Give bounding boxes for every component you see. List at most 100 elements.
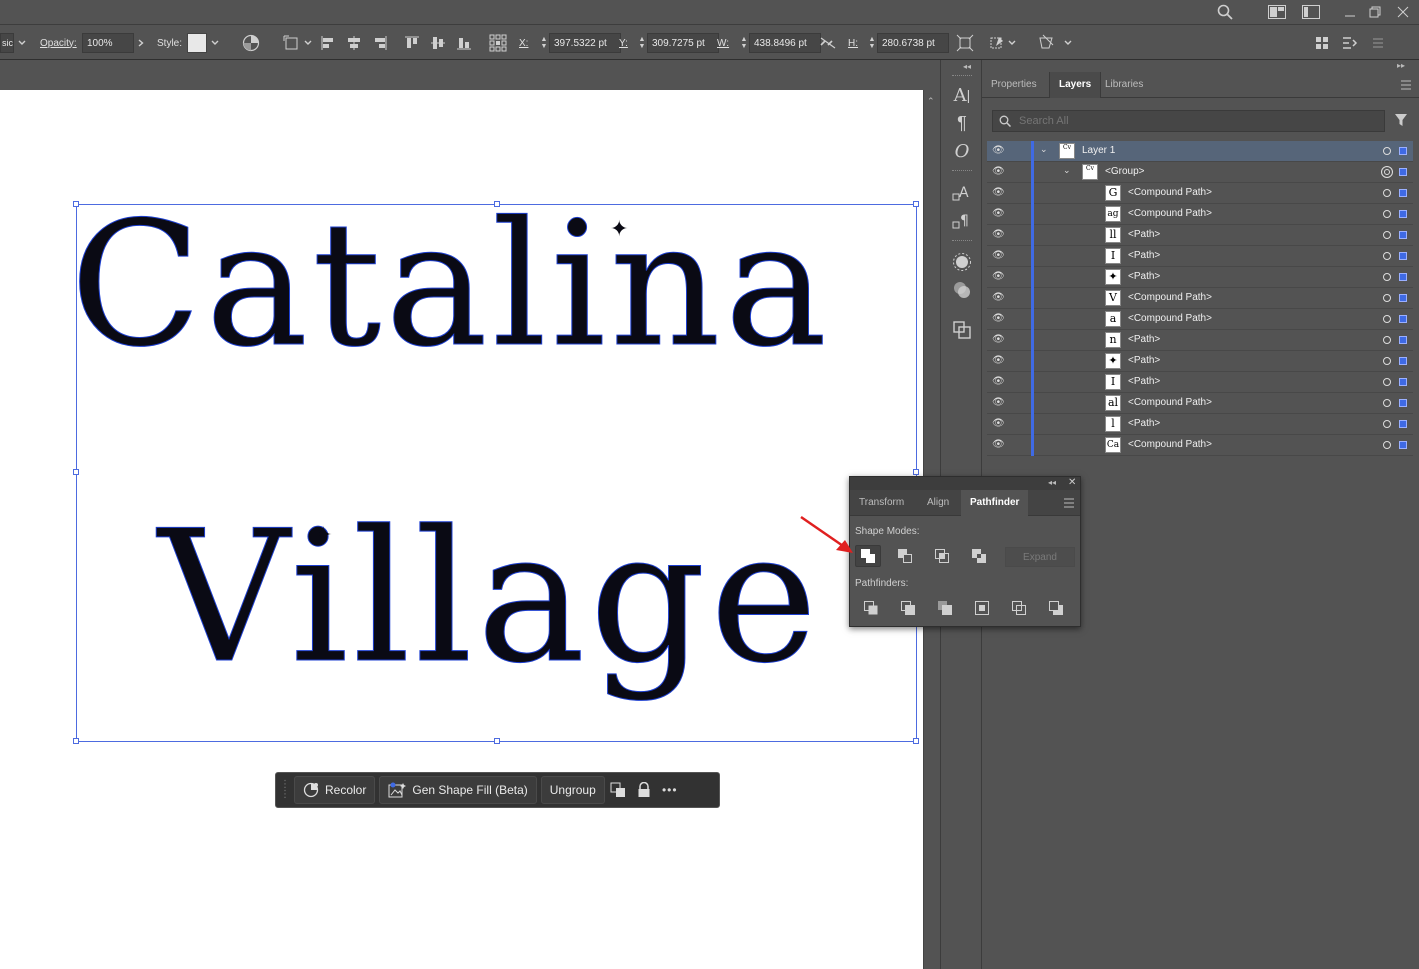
layer-row-item[interactable]: 👁 ag <Compound Path>: [987, 204, 1413, 225]
layer-name[interactable]: <Path>: [1128, 376, 1160, 387]
pathfinder-panel-icon[interactable]: [950, 318, 974, 342]
selection-square-icon[interactable]: [1399, 189, 1407, 197]
tab-libraries[interactable]: Libraries: [1096, 72, 1152, 98]
layer-name[interactable]: <Path>: [1128, 229, 1160, 240]
character-styles-icon[interactable]: A: [950, 180, 974, 204]
align-left-icon[interactable]: [318, 33, 338, 53]
target-circle-icon[interactable]: [1383, 189, 1391, 197]
intersect-button[interactable]: [929, 545, 955, 567]
drag-handle[interactable]: [952, 75, 972, 77]
layer-row-item[interactable]: 👁 l <Path>: [987, 414, 1413, 435]
visibility-eye-icon[interactable]: 👁: [992, 313, 1006, 325]
align-horizontal-center-icon[interactable]: [344, 33, 364, 53]
resize-handle[interactable]: [913, 201, 919, 207]
visibility-eye-icon[interactable]: 👁: [992, 418, 1006, 430]
layer-name[interactable]: <Path>: [1128, 271, 1160, 282]
layer-row-item[interactable]: 👁 I <Path>: [987, 372, 1413, 393]
resize-handle[interactable]: [494, 738, 500, 744]
target-circle-icon[interactable]: [1383, 336, 1391, 344]
opacity-label[interactable]: Opacity:: [40, 38, 77, 49]
tab-transform[interactable]: Transform: [850, 490, 913, 516]
visibility-eye-icon[interactable]: 👁: [992, 334, 1006, 346]
layer-name[interactable]: Layer 1: [1082, 145, 1115, 156]
panel-title-strip[interactable]: ◂◂ ✕: [850, 477, 1080, 490]
crop-image-icon[interactable]: [955, 33, 975, 53]
selection-square-icon[interactable]: [1399, 231, 1407, 239]
drag-handle-icon[interactable]: ⋮ ⋮: [280, 780, 290, 800]
layer-row-item[interactable]: 👁 al <Compound Path>: [987, 393, 1413, 414]
paragraph-icon[interactable]: ¶: [950, 111, 974, 135]
selection-square-icon[interactable]: [1399, 294, 1407, 302]
y-input[interactable]: 309.7275 pt: [647, 33, 719, 53]
filter-icon[interactable]: [1394, 113, 1408, 130]
expand-button[interactable]: Expand: [1005, 547, 1075, 567]
target-circle-icon[interactable]: [1383, 357, 1391, 365]
resize-handle[interactable]: [913, 469, 919, 475]
gen-shape-fill-button[interactable]: Gen Shape Fill (Beta): [379, 776, 537, 804]
merge-button[interactable]: [932, 597, 958, 619]
character-icon[interactable]: A |: [950, 83, 974, 107]
arrange-icon[interactable]: [605, 776, 631, 804]
tab-layers[interactable]: Layers: [1049, 72, 1102, 98]
selection-square-icon[interactable]: [1399, 399, 1407, 407]
tab-properties[interactable]: Properties: [982, 72, 1046, 98]
selection-square-icon[interactable]: [1399, 357, 1407, 365]
resize-handle[interactable]: [913, 738, 919, 744]
layer-name[interactable]: <Compound Path>: [1128, 397, 1212, 408]
tab-align[interactable]: Align: [918, 490, 958, 516]
align-top-icon[interactable]: [402, 33, 422, 53]
layer-row-item[interactable]: 👁 Ca <Compound Path>: [987, 435, 1413, 456]
selection-square-icon[interactable]: [1399, 420, 1407, 428]
opacity-input[interactable]: 100%: [82, 33, 134, 53]
expand-panels-icon[interactable]: ▸▸: [1397, 61, 1405, 70]
tab-pathfinder[interactable]: Pathfinder: [961, 490, 1029, 516]
layer-name[interactable]: <Compound Path>: [1128, 208, 1212, 219]
layer-row-item[interactable]: 👁 V <Compound Path>: [987, 288, 1413, 309]
divide-button[interactable]: [858, 597, 884, 619]
target-circle-icon[interactable]: [1383, 315, 1391, 323]
selection-square-icon[interactable]: [1399, 210, 1407, 218]
x-input[interactable]: 397.5322 pt: [549, 33, 621, 53]
selection-square-icon[interactable]: [1399, 315, 1407, 323]
minus-back-button[interactable]: [1043, 597, 1069, 619]
chevron-down-icon[interactable]: [1062, 33, 1074, 53]
visibility-eye-icon[interactable]: 👁: [992, 355, 1006, 367]
resize-handle[interactable]: [494, 201, 500, 207]
selection-square-icon[interactable]: [1399, 441, 1407, 449]
layer-name[interactable]: <Path>: [1128, 355, 1160, 366]
exclude-button[interactable]: [966, 545, 992, 567]
layer-name[interactable]: <Compound Path>: [1128, 187, 1212, 198]
minus-front-button[interactable]: [892, 545, 918, 567]
unite-button[interactable]: [855, 545, 881, 567]
constrain-proportions-icon[interactable]: [818, 33, 838, 53]
warp-icon[interactable]: [986, 33, 1006, 53]
close-icon[interactable]: [1392, 2, 1414, 22]
collapse-panels-icon[interactable]: ◂◂: [963, 62, 971, 71]
resize-handle[interactable]: [73, 738, 79, 744]
visibility-eye-icon[interactable]: 👁: [992, 397, 1006, 409]
visibility-eye-icon[interactable]: 👁: [992, 376, 1006, 388]
layer-row-item[interactable]: 👁 a <Compound Path>: [987, 309, 1413, 330]
visibility-eye-icon[interactable]: 👁: [992, 250, 1006, 262]
target-circle-icon[interactable]: [1383, 231, 1391, 239]
selection-square-icon[interactable]: [1399, 168, 1407, 176]
x-stepper-icon[interactable]: ▲ ▼: [539, 33, 549, 53]
chevron-down-icon[interactable]: ⌄: [1040, 144, 1052, 158]
drag-handle[interactable]: [952, 170, 972, 172]
target-circle-icon[interactable]: [1383, 441, 1391, 449]
layer-row-item[interactable]: 👁 I <Path>: [987, 246, 1413, 267]
target-circle-icon[interactable]: [1383, 210, 1391, 218]
resize-handle[interactable]: [73, 469, 79, 475]
collapse-panel-icon[interactable]: ◂◂: [1048, 478, 1056, 487]
transform-icon[interactable]: [282, 33, 302, 53]
layer-name[interactable]: <Compound Path>: [1128, 292, 1212, 303]
visibility-eye-icon[interactable]: 👁: [992, 292, 1006, 304]
outline-button[interactable]: [1006, 597, 1032, 619]
h-input[interactable]: 280.6738 pt: [877, 33, 949, 53]
visibility-eye-icon[interactable]: 👁: [992, 208, 1006, 220]
layer-row-group[interactable]: 👁 ⌄ Cv <Group>: [987, 162, 1413, 183]
restore-icon[interactable]: [1364, 2, 1386, 22]
h-stepper-icon[interactable]: ▲ ▼: [867, 33, 877, 53]
opentype-icon[interactable]: O: [950, 139, 974, 163]
y-stepper-icon[interactable]: ▲ ▼: [637, 33, 647, 53]
